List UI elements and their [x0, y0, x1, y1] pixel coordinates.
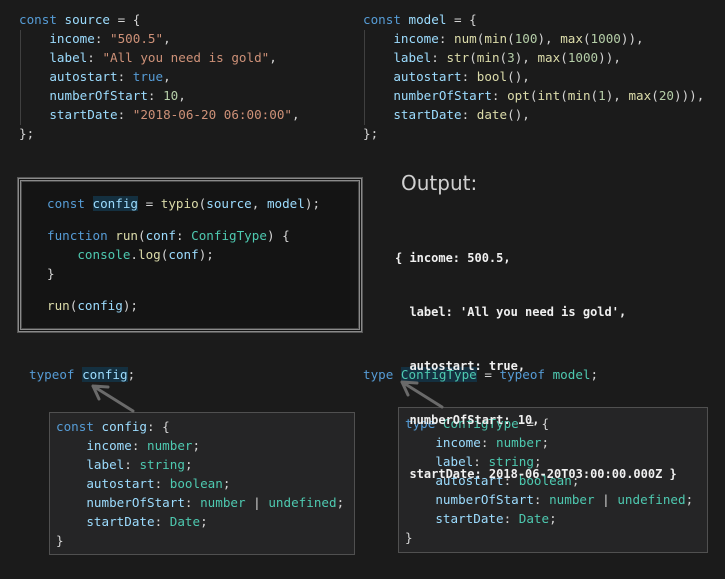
arrow-icon [400, 380, 444, 409]
pointer-arrows [91, 380, 444, 413]
arrow-icon [91, 384, 135, 413]
